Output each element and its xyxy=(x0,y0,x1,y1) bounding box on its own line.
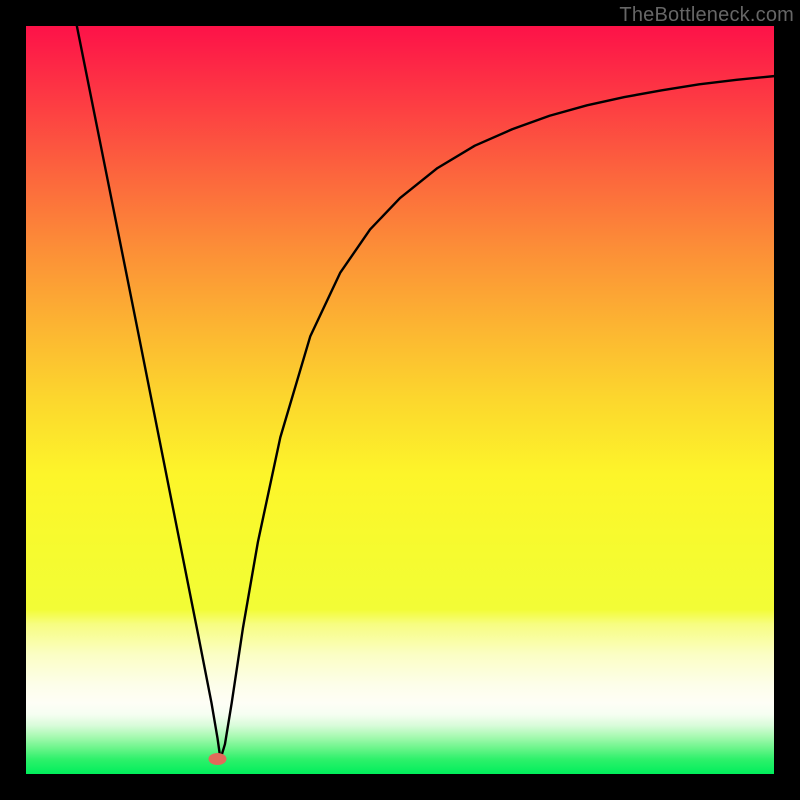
chart-plot xyxy=(26,26,774,774)
chart-frame xyxy=(26,26,774,774)
watermark-text: TheBottleneck.com xyxy=(619,4,794,27)
min-marker xyxy=(208,753,226,765)
gradient-background xyxy=(26,26,774,774)
